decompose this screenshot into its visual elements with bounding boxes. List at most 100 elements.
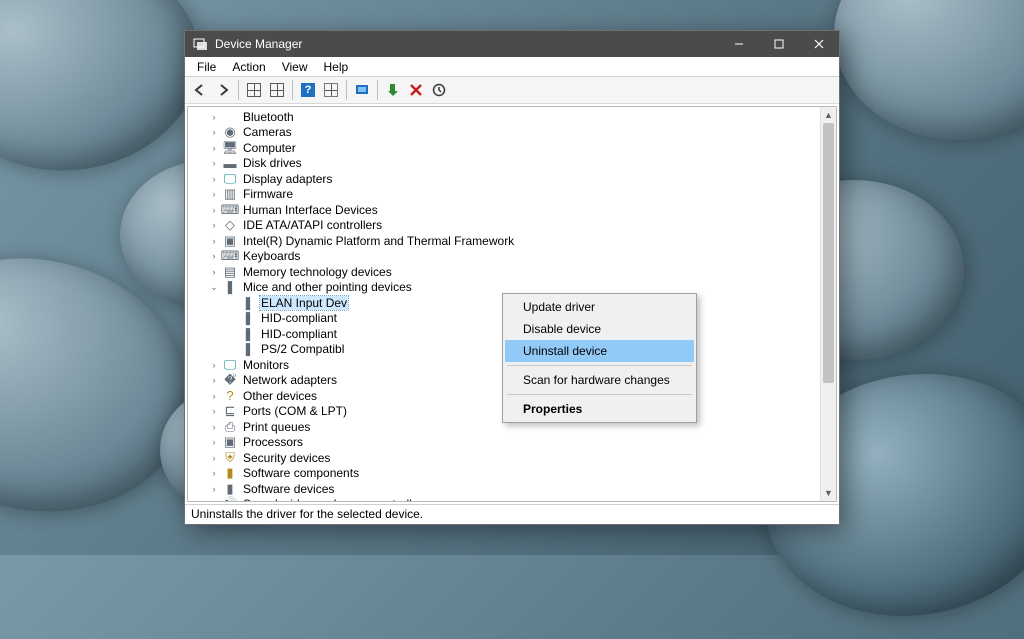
- tree-node-label: Software components: [242, 466, 360, 480]
- status-text: Uninstalls the driver for the selected d…: [191, 507, 423, 521]
- tree-node-label: HID-compliant: [260, 327, 338, 341]
- chevron-right-icon[interactable]: ›: [208, 219, 220, 231]
- menu-help[interactable]: Help: [316, 58, 357, 76]
- tree-node[interactable]: ›🖥Computer: [188, 140, 820, 156]
- properties-grid-button[interactable]: [266, 79, 288, 101]
- scroll-thumb[interactable]: [823, 123, 834, 383]
- forward-button[interactable]: [212, 79, 234, 101]
- chevron-right-icon[interactable]: [226, 343, 238, 355]
- monitor-icon: 🖵: [222, 357, 238, 373]
- chevron-right-icon[interactable]: ›: [208, 467, 220, 479]
- close-button[interactable]: [799, 31, 839, 57]
- help-button[interactable]: ?: [297, 79, 319, 101]
- tree-node-label: Security devices: [242, 451, 331, 465]
- app-icon: [193, 36, 209, 52]
- memory-icon: ▤: [222, 264, 238, 280]
- show-hide-tree-button[interactable]: [243, 79, 265, 101]
- computer-icon: 🖥: [222, 140, 238, 156]
- chevron-right-icon[interactable]: ›: [208, 111, 220, 123]
- uninstall-device-button[interactable]: [405, 79, 427, 101]
- chevron-right-icon[interactable]: ›: [208, 157, 220, 169]
- tree-node-label: Sound, video and game controllers: [242, 497, 429, 501]
- cpu-icon: ▣: [222, 434, 238, 450]
- scroll-up-icon[interactable]: ▲: [821, 107, 836, 123]
- chevron-right-icon[interactable]: [226, 328, 238, 340]
- ctx-properties[interactable]: Properties: [505, 398, 694, 420]
- tree-node[interactable]: ›▣Processors: [188, 435, 820, 451]
- camera-icon: ◉: [222, 124, 238, 140]
- tree-node[interactable]: ›▬ Disk drives: [188, 156, 820, 172]
- tree-node[interactable]: ›◉Cameras: [188, 125, 820, 141]
- update-driver-button[interactable]: [351, 79, 373, 101]
- tree-node[interactable]: ›▮Software devices: [188, 481, 820, 497]
- softdev-icon: ▮: [222, 481, 238, 497]
- chevron-right-icon[interactable]: [226, 312, 238, 324]
- chevron-right-icon[interactable]: ›: [208, 452, 220, 464]
- chevron-right-icon[interactable]: ›: [208, 235, 220, 247]
- enable-device-button[interactable]: [382, 79, 404, 101]
- chevron-right-icon[interactable]: ›: [208, 188, 220, 200]
- tree-node-label: Monitors: [242, 358, 290, 372]
- chevron-right-icon[interactable]: [226, 297, 238, 309]
- tree-node[interactable]: ›⌨ Keyboards: [188, 249, 820, 265]
- chevron-right-icon[interactable]: ›: [208, 126, 220, 138]
- tree-node-label: IDE ATA/ATAPI controllers: [242, 218, 383, 232]
- tree-node[interactable]: ›⛨Security devices: [188, 450, 820, 466]
- ctx-separator: [507, 365, 692, 366]
- ctx-uninstall-device[interactable]: Uninstall device: [505, 340, 694, 362]
- chip-icon: ▣: [222, 233, 238, 249]
- mouse-icon: ❚: [240, 341, 256, 357]
- menu-file[interactable]: File: [189, 58, 224, 76]
- chevron-right-icon[interactable]: ›: [208, 204, 220, 216]
- tree-node[interactable]: ›▤Memory technology devices: [188, 264, 820, 280]
- chevron-right-icon[interactable]: ›: [208, 374, 220, 386]
- scroll-down-icon[interactable]: ▼: [821, 485, 836, 501]
- tree-node-label: Ports (COM & LPT): [242, 404, 348, 418]
- properties-button[interactable]: [320, 79, 342, 101]
- tree-node[interactable]: ›▣Intel(R) Dynamic Platform and Thermal …: [188, 233, 820, 249]
- toolbar: ?: [185, 77, 839, 104]
- chevron-right-icon[interactable]: ›: [208, 250, 220, 262]
- tree-node[interactable]: ›Bluetooth: [188, 109, 820, 125]
- firmware-icon: ▥: [222, 186, 238, 202]
- menu-view[interactable]: View: [274, 58, 316, 76]
- tree-node[interactable]: ›▥Firmware: [188, 187, 820, 203]
- tree-node[interactable]: ›⌨Human Interface Devices: [188, 202, 820, 218]
- mouse-icon: ❚: [240, 295, 256, 311]
- tree-node-label: Keyboards: [242, 249, 301, 263]
- toolbar-separator: [377, 80, 378, 100]
- disk-icon: ▬: [222, 155, 238, 171]
- tree-node-label: Display adapters: [242, 172, 333, 186]
- ctx-update-driver[interactable]: Update driver: [505, 296, 694, 318]
- chevron-right-icon[interactable]: ›: [208, 498, 220, 501]
- tree-node[interactable]: ›▮ Software components: [188, 466, 820, 482]
- maximize-button[interactable]: [759, 31, 799, 57]
- tree-node[interactable]: ›◇IDE ATA/ATAPI controllers: [188, 218, 820, 234]
- tree-node-label: ELAN Input Dev: [260, 296, 348, 310]
- keyboard-icon: ⌨: [222, 248, 238, 264]
- minimize-button[interactable]: [719, 31, 759, 57]
- chevron-right-icon[interactable]: ›: [208, 266, 220, 278]
- softcomp-icon: ▮: [222, 465, 238, 481]
- chevron-right-icon[interactable]: ›: [208, 436, 220, 448]
- back-button[interactable]: [189, 79, 211, 101]
- chevron-right-icon[interactable]: ›: [208, 359, 220, 371]
- menu-action[interactable]: Action: [224, 58, 273, 76]
- chevron-right-icon[interactable]: ›: [208, 483, 220, 495]
- tree-node[interactable]: ›🔊Sound, video and game controllers: [188, 497, 820, 502]
- chevron-right-icon[interactable]: ›: [208, 390, 220, 402]
- chevron-right-icon[interactable]: ›: [208, 421, 220, 433]
- tree-node[interactable]: ›🖵Display adapters: [188, 171, 820, 187]
- ctx-scan-hardware[interactable]: Scan for hardware changes: [505, 369, 694, 391]
- tree-node-label: Disk drives: [242, 156, 303, 170]
- chevron-right-icon[interactable]: ›: [208, 142, 220, 154]
- ctx-disable-device[interactable]: Disable device: [505, 318, 694, 340]
- scan-hardware-button[interactable]: [428, 79, 450, 101]
- chevron-down-icon[interactable]: ⌄: [208, 281, 220, 293]
- titlebar[interactable]: Device Manager: [185, 31, 839, 57]
- chevron-right-icon[interactable]: ›: [208, 173, 220, 185]
- mouse-icon: ❚: [222, 279, 238, 295]
- chevron-right-icon[interactable]: ›: [208, 405, 220, 417]
- toolbar-separator: [238, 80, 239, 100]
- vertical-scrollbar[interactable]: ▲ ▼: [820, 107, 836, 501]
